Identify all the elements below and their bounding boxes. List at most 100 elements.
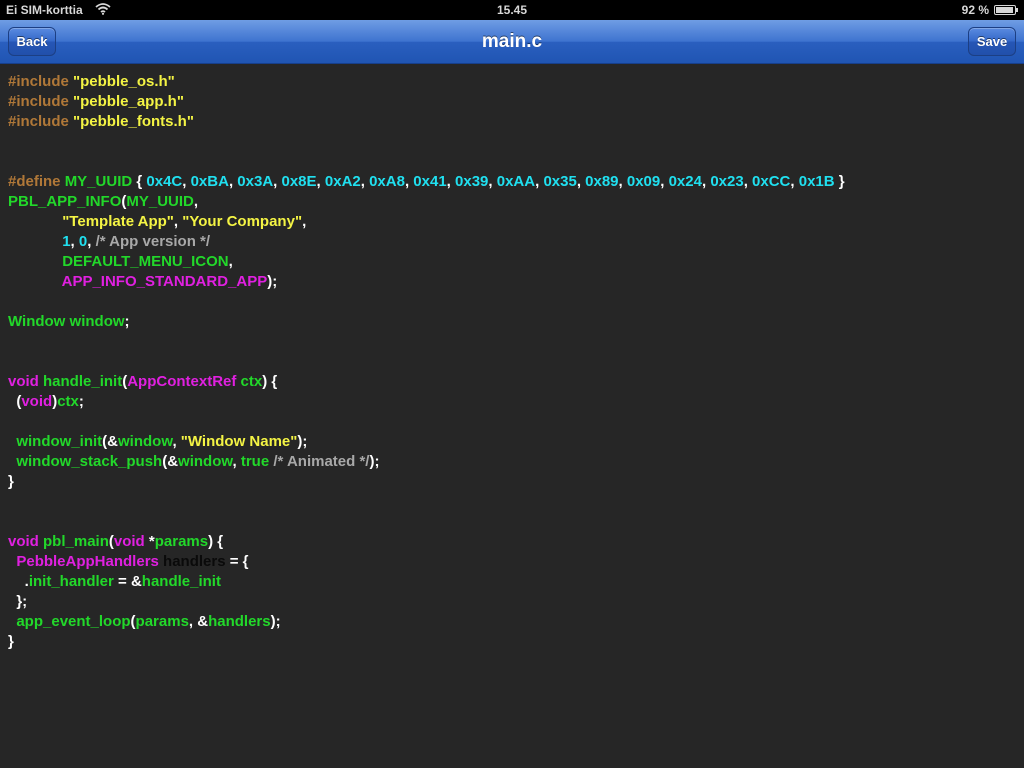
code-token-punctuation <box>8 253 62 270</box>
code-token-number: 0x41 <box>413 173 447 190</box>
code-token-identifier: window <box>118 433 173 450</box>
code-token-punctuation: , <box>172 433 181 450</box>
code-token-string: "pebble_fonts.h" <box>73 113 194 130</box>
code-token-identifier: MY_UUID <box>126 193 194 210</box>
code-token-identifier: handle_init <box>141 573 221 590</box>
code-token-keyword: APP_INFO_STANDARD_APP <box>61 273 268 290</box>
code-token-punctuation: , <box>660 173 669 190</box>
code-token-preprocessor: #include <box>8 73 69 90</box>
code-line: DEFAULT_MENU_ICON, <box>8 252 845 272</box>
code-token-number: 0x3A <box>237 173 274 190</box>
code-token-punctuation: ; <box>78 393 84 410</box>
code-token-identifier: DEFAULT_MENU_ICON <box>62 253 229 270</box>
battery-status: 92 % <box>961 3 1018 17</box>
code-line: PebbleAppHandlers handlers = { <box>8 552 845 572</box>
code-token-punctuation <box>8 233 62 250</box>
save-button[interactable]: Save <box>968 27 1016 56</box>
code-token-number: 0xA8 <box>369 173 405 190</box>
code-token-number: 0 <box>78 233 88 250</box>
code-token-string: "Template App" <box>62 213 174 230</box>
code-line: window_init(&window, "Window Name"); <box>8 432 845 452</box>
code-line: } <box>8 632 845 652</box>
code-token-punctuation: , <box>87 233 96 250</box>
code-token-identifier: window_stack_push <box>16 453 163 470</box>
code-token-punctuation: , <box>360 173 370 190</box>
code-token-number: 1 <box>62 233 71 250</box>
code-token-keyword: void <box>21 393 53 410</box>
code-token-punctuation: , <box>173 213 183 230</box>
code-token-number: 0xAA <box>496 173 536 190</box>
code-line: #include "pebble_fonts.h" <box>8 112 845 132</box>
code-token-string: "pebble_os.h" <box>73 73 175 90</box>
code-token-punctuation: } <box>8 633 14 650</box>
code-token-identifier: handlers <box>208 613 271 630</box>
code-token-punctuation: }; <box>8 593 28 610</box>
code-line: #define MY_UUID { 0x4C, 0xBA, 0x3A, 0x8E… <box>8 172 845 192</box>
code-token-punctuation <box>8 213 62 230</box>
code-token-identifier: ctx <box>57 393 79 410</box>
code-token-number: 0x23 <box>710 173 744 190</box>
code-token-identifier: pbl_main <box>43 533 109 550</box>
page-title: main.c <box>481 31 543 52</box>
code-token-keyword: void <box>113 533 145 550</box>
code-editor[interactable]: #include "pebble_os.h" #include "pebble_a… <box>0 64 1024 768</box>
code-token-punctuation: , <box>182 173 191 190</box>
code-token-number: 0xCC <box>752 173 791 190</box>
code-token-identifier: window <box>69 313 125 330</box>
code-token-identifier: Window <box>8 313 66 330</box>
code-line: 1, 0, /* App version */ <box>8 232 845 252</box>
clock-label: 15.45 <box>496 3 528 17</box>
code-token-number: 0x24 <box>668 173 702 190</box>
code-token-string: "pebble_app.h" <box>73 93 184 110</box>
code-token-punctuation: , <box>743 173 753 190</box>
code-token-punctuation <box>8 273 62 290</box>
code-line: void handle_init(AppContextRef ctx) { <box>8 372 845 392</box>
code-text-area[interactable]: #include "pebble_os.h" #include "pebble_a… <box>8 72 845 652</box>
code-token-identifier: window <box>178 453 233 470</box>
status-bar: Ei SIM-korttia 15.45 92 % <box>0 0 1024 20</box>
code-token-string: "Your Company" <box>182 213 303 230</box>
code-token-punctuation: , <box>576 173 586 190</box>
code-token-punctuation: (& <box>102 433 118 450</box>
navigation-bar: Back main.c Save <box>0 20 1024 64</box>
code-token-punctuation: , <box>790 173 799 190</box>
code-line: "Template App", "Your Company", <box>8 212 845 232</box>
battery-percent-label: 92 % <box>961 3 989 17</box>
code-line: app_event_loop(params, &handlers); <box>8 612 845 632</box>
code-token-punctuation: ) { <box>208 533 224 550</box>
code-token-number: 0x35 <box>543 173 577 190</box>
code-token-punctuation: , <box>228 253 233 270</box>
code-line: } <box>8 472 845 492</box>
code-token-preprocessor: #include <box>8 113 69 130</box>
code-line: void pbl_main(void *params) { <box>8 532 845 552</box>
code-token-number: 0x09 <box>626 173 661 190</box>
code-token-string: "Window Name" <box>180 433 298 450</box>
code-token-keyword: void <box>8 373 39 390</box>
code-token-keyword: AppContextRef <box>127 373 237 390</box>
code-token-punctuation: ) { <box>262 373 278 390</box>
code-token-preprocessor: #define <box>8 173 61 190</box>
code-line: Window window; <box>8 312 845 332</box>
code-line: #include "pebble_os.h" <box>8 72 845 92</box>
code-token-number: 0x8E <box>281 173 317 190</box>
code-token-identifier: true <box>240 453 270 470</box>
code-line: window_stack_push(&window, true /* Anima… <box>8 452 845 472</box>
code-token-punctuation: (& <box>162 453 179 470</box>
code-line: .init_handler = &handle_init <box>8 572 845 592</box>
code-line: #include "pebble_app.h" <box>8 92 845 112</box>
code-token-number: 0x4C <box>146 173 183 190</box>
code-token-comment: /* Animated */ <box>273 453 370 470</box>
code-line: }; <box>8 592 845 612</box>
code-token-identifier: params <box>135 613 189 630</box>
code-token-punctuation: } <box>8 473 14 490</box>
code-token-identifier: params <box>154 533 209 550</box>
code-token-punctuation: , <box>618 173 627 190</box>
code-token-punctuation: = { <box>225 553 249 570</box>
